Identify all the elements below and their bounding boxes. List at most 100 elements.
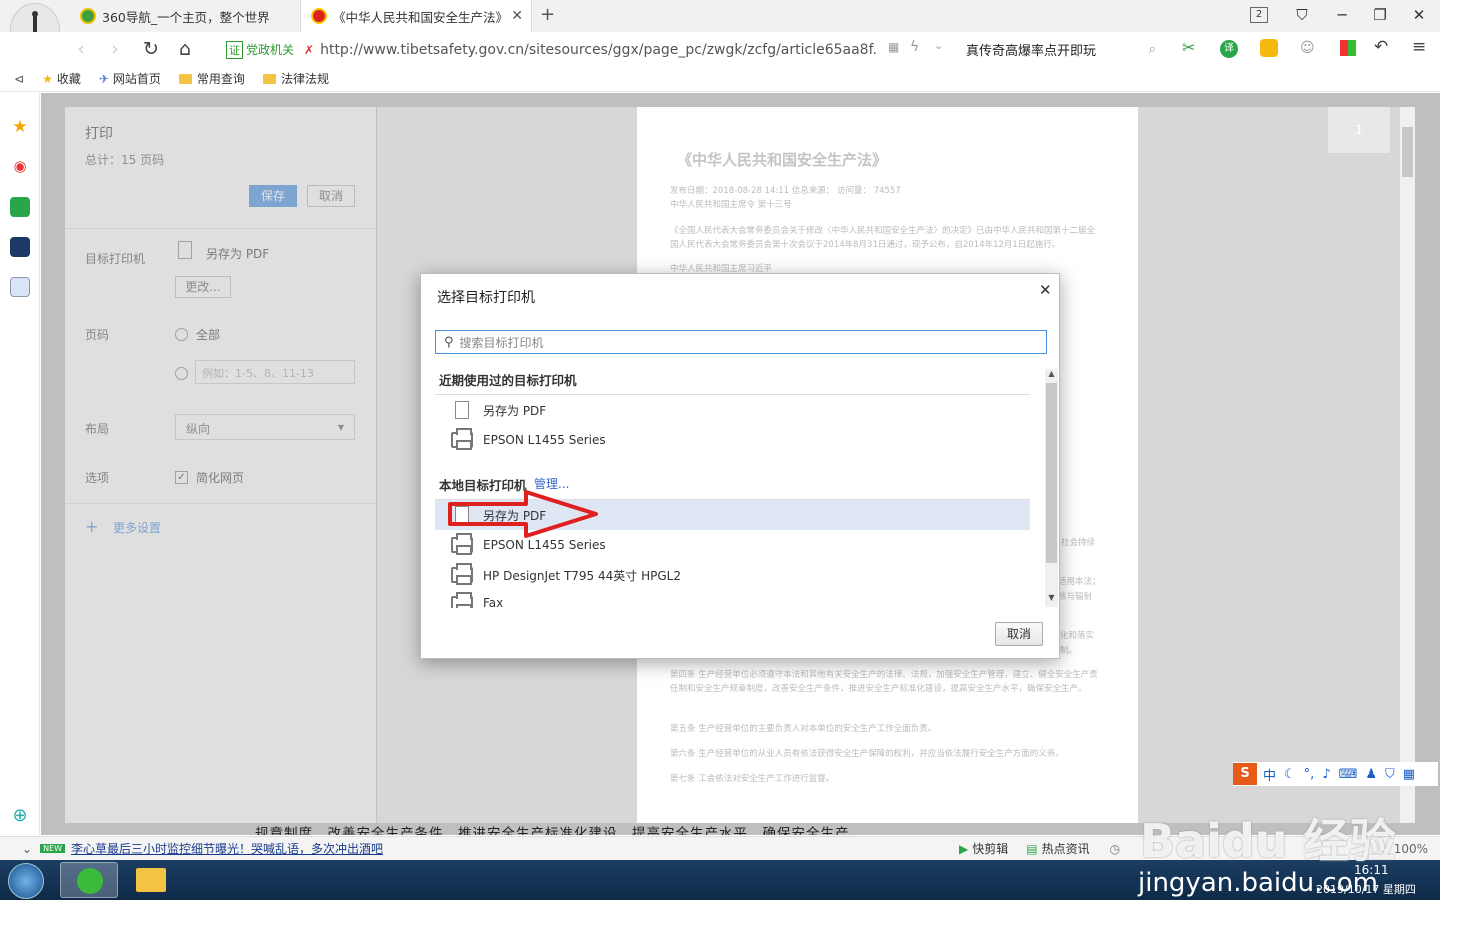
chevron-down-icon[interactable]: ⌄ — [934, 39, 943, 52]
scissors-icon[interactable]: ✂ — [1182, 38, 1195, 57]
keyboard-icon[interactable]: ⌨ — [1339, 767, 1358, 782]
printer-row-recent-epson[interactable]: EPSON L1455 Series — [435, 425, 1030, 455]
shirt-icon[interactable]: ⛉ — [1290, 4, 1314, 26]
punct-icon[interactable]: °, — [1304, 767, 1315, 782]
bookmark-favorites[interactable]: ★ 收藏 — [42, 70, 81, 87]
shirt-icon[interactable]: ⛉ — [1385, 767, 1395, 782]
start-button[interactable] — [8, 863, 44, 899]
play-icon: ▶ — [959, 841, 969, 856]
plus-circle-icon[interactable]: ⊕ — [10, 805, 30, 826]
scroll-thumb[interactable] — [1402, 127, 1413, 177]
printer-row-recent-pdf[interactable]: 另存为 PDF — [435, 395, 1030, 425]
taskbar-browser[interactable] — [60, 862, 118, 898]
face-icon[interactable]: ☺ — [1300, 40, 1315, 56]
search-placeholder: 搜索目标打印机 — [459, 335, 544, 350]
radio-all-label: 全部 — [196, 328, 221, 342]
mail-icon[interactable] — [10, 197, 30, 217]
background-page-text: 规章制度，改善安全生产条件，推进安全生产标准化建设，提高安全生产水平，确保安全生… — [255, 826, 864, 835]
coupon-icon[interactable] — [1260, 39, 1278, 57]
news-link[interactable]: 李心草最后三小时监控细节曝光！哭喊乱语，多次冲出酒吧 — [71, 840, 383, 857]
address-bar[interactable]: 证 党政机关 ✗ http://www.tibetsafety.gov.cn/s… — [226, 37, 954, 62]
more-settings-link[interactable]: 更多设置 — [113, 519, 161, 536]
tab-label: 《中华人民共和国安全生产法》 — [333, 9, 509, 25]
close-tab-icon[interactable]: ✕ — [511, 8, 523, 24]
cancel-button[interactable]: 取消 — [307, 185, 355, 207]
layout-select[interactable]: 纵向 ▾ — [175, 414, 355, 440]
minimize-button[interactable]: ─ — [1330, 4, 1354, 26]
news-icon: ▤ — [1026, 841, 1038, 856]
simplify-checkbox[interactable]: ✓ — [175, 471, 188, 484]
folder-icon — [178, 73, 192, 84]
grid-icon[interactable]: ▦ — [1403, 767, 1415, 782]
printer-label: EPSON L1455 Series — [483, 538, 606, 552]
translate-icon[interactable]: 译 — [1220, 40, 1238, 58]
printer-row-local-fax[interactable]: Fax — [435, 590, 1030, 608]
back-button[interactable]: ‹ — [70, 38, 92, 60]
insecure-icon[interactable]: ✗ — [304, 43, 314, 57]
radio-custom[interactable] — [175, 367, 188, 380]
moon-icon[interactable]: ☾ — [1284, 767, 1296, 782]
sidebar: ★ ◉ ⊕ — [0, 93, 40, 835]
scroll-thumb[interactable] — [1046, 383, 1057, 563]
preview-scrollbar[interactable] — [1400, 107, 1415, 823]
bookmark-laws[interactable]: 法律法规 — [262, 70, 329, 87]
explorer-folder-icon[interactable] — [136, 868, 166, 892]
doc-para: 第六条 生产经营单位的从业人员有依法获得安全生产保障的权利，并应当依法履行安全生… — [670, 749, 1064, 759]
ime-lang[interactable]: 中 — [1263, 765, 1276, 784]
scroll-up-icon[interactable]: ▲ — [1045, 369, 1058, 378]
print-title: 打印 — [85, 126, 113, 142]
hot-news-button[interactable]: 热点资讯 — [1042, 840, 1090, 857]
search-icon[interactable]: ⌕ — [1149, 42, 1156, 57]
change-button[interactable]: 更改... — [175, 276, 231, 298]
new-tab-button[interactable]: + — [540, 4, 555, 25]
doc-fragment: 适用本法； — [1058, 577, 1101, 587]
dialog-cancel-button[interactable]: 取消 — [995, 622, 1043, 646]
radio-all[interactable] — [175, 328, 188, 341]
word-icon[interactable] — [10, 277, 30, 297]
quick-edit-button[interactable]: 快剪辑 — [972, 840, 1008, 857]
close-window-button[interactable]: ✕ — [1407, 4, 1431, 26]
home-icon[interactable]: ⌂ — [174, 38, 196, 60]
undo-icon[interactable]: ↶ — [1374, 37, 1388, 57]
options-value: 简化网页 — [196, 471, 245, 485]
search-box[interactable]: 真传奇高爆率点开即玩 ⌕ — [966, 37, 1156, 62]
user-icon[interactable]: ♟ — [1365, 767, 1377, 782]
pdf-file-icon — [455, 401, 469, 419]
lightning-icon[interactable]: ϟ — [910, 39, 919, 55]
mic-icon[interactable]: ♪ — [1322, 767, 1330, 782]
doc-fragment: 制。 — [1060, 646, 1078, 656]
favorites-star-icon[interactable]: ★ — [10, 117, 30, 137]
tab-360-home[interactable]: 360导航_一个主页，整个世界 — [70, 0, 300, 32]
dialog-scrollbar[interactable]: ▲ ▼ — [1045, 369, 1058, 607]
collapse-icon[interactable]: ⊲ — [14, 72, 24, 86]
menu-icon[interactable]: ≡ — [1412, 37, 1426, 57]
destination-value: 另存为 PDF — [206, 247, 270, 261]
bookmark-common-query[interactable]: 常用查询 — [178, 70, 245, 87]
refresh-icon[interactable]: ↻ — [140, 38, 162, 60]
zoom-level[interactable]: 100% — [1394, 842, 1428, 856]
chevron-down-icon[interactable]: ⌄ — [22, 842, 32, 856]
qr-icon[interactable]: ▦ — [888, 40, 899, 54]
page-range-input[interactable]: 例如：1-5、8、11-13 — [195, 360, 355, 384]
speed-icon[interactable]: ◷ — [1110, 842, 1120, 856]
tab-label: 360导航_一个主页，整个世界 — [102, 9, 270, 25]
destination-label: 目标打印机 — [85, 252, 146, 266]
sogou-icon[interactable]: S — [1233, 763, 1257, 785]
bookmarks-bar: ⊲ ★ 收藏 ✈ 网站首页 常用查询 法律法规 — [0, 66, 1440, 92]
close-dialog-icon[interactable]: ✕ — [1039, 281, 1052, 299]
news-icon[interactable] — [10, 237, 30, 257]
restore-button[interactable]: ❐ — [1368, 4, 1392, 26]
select-printer-dialog: 选择目标打印机 ✕ ⚲ 搜索目标打印机 近期使用过的目标打印机 另存为 PDF … — [420, 273, 1060, 659]
layout-value: 纵向 — [186, 422, 211, 436]
tab-count-badge[interactable]: 2 — [1250, 7, 1268, 23]
printer-row-local-hp[interactable]: HP DesignJet T795 44英寸 HPGL2 — [435, 560, 1030, 590]
apps-icon[interactable] — [1340, 40, 1356, 56]
save-button[interactable]: 保存 — [249, 185, 297, 207]
scroll-down-icon[interactable]: ▼ — [1045, 593, 1058, 602]
tab-safety-law[interactable]: 《中华人民共和国安全生产法》 ✕ — [300, 0, 532, 32]
forward-button[interactable]: › — [104, 38, 126, 60]
plus-icon[interactable]: + — [85, 517, 98, 536]
bookmark-site-home[interactable]: ✈ 网站首页 — [99, 70, 161, 87]
weibo-icon[interactable]: ◉ — [10, 157, 30, 177]
printer-search-input[interactable]: ⚲ 搜索目标打印机 — [435, 330, 1047, 354]
